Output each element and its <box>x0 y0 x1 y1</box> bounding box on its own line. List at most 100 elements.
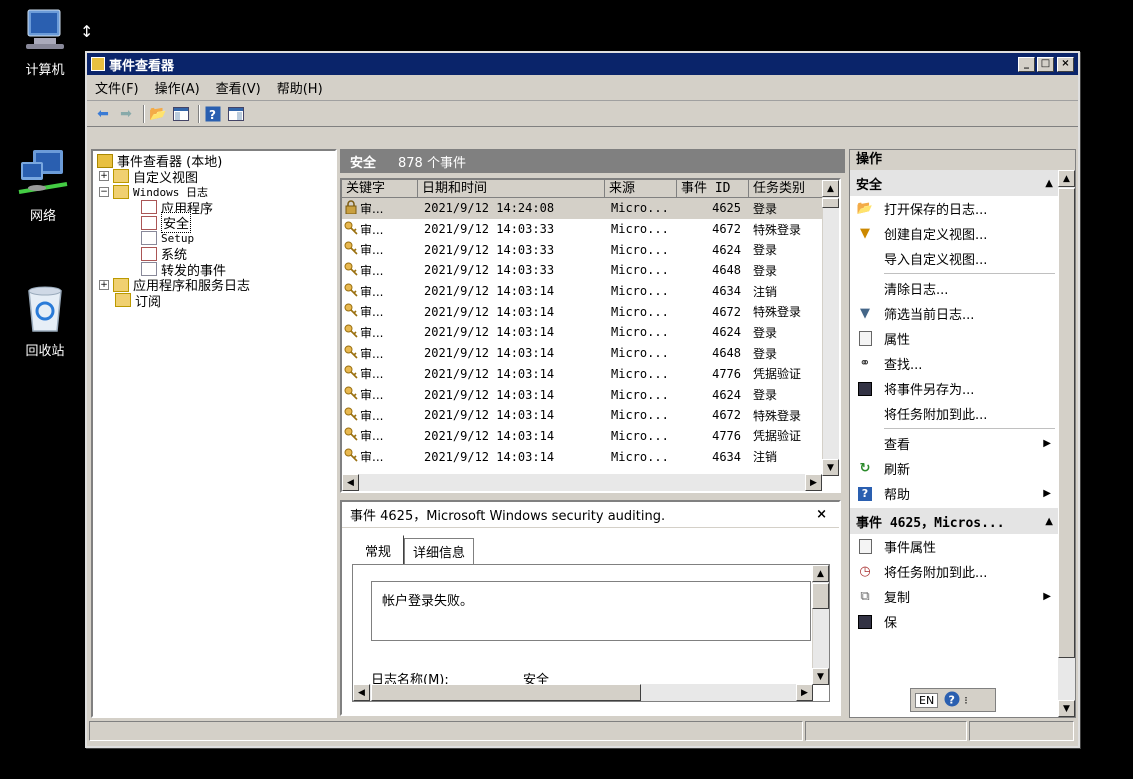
table-row[interactable]: 审... 2021/9/12 14:03:14 Micro... 4672 特殊登录 <box>342 301 839 322</box>
maximize-button[interactable]: □ <box>1037 56 1054 72</box>
scroll-up-button[interactable]: ▲ <box>822 180 839 197</box>
column-task-category[interactable]: 任务类别 <box>749 180 823 197</box>
back-icon[interactable]: ⬅ <box>93 104 113 124</box>
language-indicator[interactable]: EN <box>915 692 939 708</box>
scroll-right-button[interactable]: ▶ <box>805 474 822 491</box>
tree-item-app-services[interactable]: + 应用程序和服务日志 <box>97 277 331 294</box>
show-hide-console-tree-icon[interactable] <box>171 104 191 124</box>
action-item[interactable]: 将事件另存为... <box>850 376 1075 401</box>
scroll-up-button[interactable]: ▲ <box>1058 170 1075 187</box>
scroll-left-button[interactable]: ◀ <box>353 684 370 701</box>
tree-label: 订阅 <box>135 294 162 310</box>
expand-icon[interactable]: + <box>99 171 109 182</box>
menu-help[interactable]: 帮助(H) <box>277 78 323 97</box>
table-row[interactable]: 审... 2021/9/12 14:03:14 Micro... 4634 注销 <box>342 446 839 467</box>
action-label: 筛选当前日志... <box>884 308 975 323</box>
table-row[interactable]: 审... 2021/9/12 14:03:14 Micro... 4672 特殊登录 <box>342 405 839 426</box>
filter-icon: ▼ <box>860 306 870 321</box>
detail-horizontal-scrollbar[interactable]: ◀ ▶ <box>353 684 813 701</box>
tab-details[interactable]: 详细信息 <box>404 538 475 566</box>
column-datetime[interactable]: 日期和时间 <box>418 180 605 197</box>
collapse-icon[interactable]: − <box>99 186 109 197</box>
action-label: 打开保存的日志... <box>884 203 988 218</box>
action-item[interactable]: 导入自定义视图... <box>850 246 1075 271</box>
cell-source: Micro... <box>611 304 669 319</box>
log-header: 安全 878 个事件 <box>340 149 845 173</box>
scroll-right-button[interactable]: ▶ <box>796 684 813 701</box>
scroll-up-button[interactable]: ▲ <box>812 565 829 582</box>
action-item[interactable]: 保 <box>850 609 1075 634</box>
action-item[interactable]: ▼ 筛选当前日志... <box>850 301 1075 326</box>
up-icon[interactable]: 📂 <box>148 104 168 124</box>
table-row[interactable]: 审... 2021/9/12 14:03:14 Micro... 4624 登录 <box>342 322 839 343</box>
action-item[interactable]: 查看 ▶ <box>850 431 1075 456</box>
tree-item-custom-views[interactable]: + 自定义视图 <box>97 169 331 186</box>
column-event-id[interactable]: 事件 ID <box>677 180 749 197</box>
help-icon[interactable]: ? <box>944 691 960 710</box>
actions-section-security[interactable]: 安全 ▲ <box>850 170 1075 196</box>
help-icon[interactable]: ? <box>203 104 223 124</box>
collapse-icon[interactable]: ▲ <box>1045 516 1053 527</box>
action-item[interactable]: 属性 <box>850 326 1075 351</box>
expand-icon[interactable]: + <box>99 279 109 290</box>
table-row[interactable]: 审... 2021/9/12 14:24:08 Micro... 4625 登录 <box>342 198 839 219</box>
scroll-thumb[interactable] <box>1058 188 1075 658</box>
actions-section-event[interactable]: 事件 4625，Micros... ▲ <box>850 508 1075 534</box>
action-label: 将事件另存为... <box>884 383 975 398</box>
folder-icon <box>113 277 129 292</box>
action-item[interactable]: 📂 打开保存的日志... <box>850 196 1075 221</box>
actions-vertical-scrollbar[interactable]: ▲ ▼ <box>1058 170 1075 717</box>
minimize-button[interactable]: _ <box>1018 56 1035 72</box>
list-vertical-scrollbar[interactable]: ▲ ▼ <box>822 180 839 476</box>
table-row[interactable]: 审... 2021/9/12 14:03:14 Micro... 4776 凭据验证 <box>342 426 839 447</box>
tree-item-application[interactable]: 应用程序 <box>97 200 331 217</box>
table-row[interactable]: 审... 2021/9/12 14:03:33 Micro... 4648 登录 <box>342 260 839 281</box>
options-icon[interactable]: ⁝ <box>964 694 968 707</box>
tree-item-subscriptions[interactable]: 订阅 <box>97 293 331 310</box>
action-item[interactable]: 将任务附加到此... <box>850 401 1075 426</box>
forward-icon[interactable]: ➡ <box>116 104 136 124</box>
tree-item-setup[interactable]: Setup <box>97 231 331 247</box>
scroll-down-button[interactable]: ▼ <box>822 459 839 476</box>
scroll-thumb[interactable] <box>812 583 829 609</box>
column-keyword[interactable]: 关键字 <box>342 180 418 197</box>
table-row[interactable]: 审... 2021/9/12 14:03:14 Micro... 4648 登录 <box>342 343 839 364</box>
menu-file[interactable]: 文件(F) <box>95 78 139 97</box>
table-row[interactable]: 审... 2021/9/12 14:03:14 Micro... 4776 凭据验证 <box>342 364 839 385</box>
action-item[interactable]: ⧉ 复制 ▶ <box>850 584 1075 609</box>
scroll-down-button[interactable]: ▼ <box>1058 700 1075 717</box>
close-icon[interactable]: × <box>816 507 827 522</box>
detail-vertical-scrollbar[interactable]: ▲ ▼ <box>812 565 829 685</box>
desktop-icon-recycle-bin[interactable]: 回收站 <box>10 283 80 359</box>
cell-event-id: 4624 <box>712 325 741 340</box>
list-horizontal-scrollbar[interactable]: ◀ ▶ <box>342 474 822 491</box>
collapse-icon[interactable]: ▲ <box>1045 178 1053 189</box>
action-item[interactable]: ⚭ 查找... <box>850 351 1075 376</box>
table-row[interactable]: 审... 2021/9/12 14:03:33 Micro... 4624 登录 <box>342 239 839 260</box>
show-hide-action-pane-icon[interactable] <box>226 104 246 124</box>
close-button[interactable]: × <box>1057 56 1074 72</box>
desktop-icon-network[interactable]: 网络 <box>8 148 78 224</box>
tree-item-windows-logs[interactable]: − Windows 日志 <box>97 184 331 200</box>
table-row[interactable]: 审... 2021/9/12 14:03:14 Micro... 4624 登录 <box>342 384 839 405</box>
action-item[interactable]: ▼ 创建自定义视图... <box>850 221 1075 246</box>
language-bar[interactable]: EN ? ⁝ <box>910 688 996 712</box>
action-item[interactable]: ? 帮助 ▶ <box>850 481 1075 506</box>
action-item[interactable]: 清除日志... <box>850 276 1075 301</box>
scroll-left-button[interactable]: ◀ <box>342 474 359 491</box>
tree-item-security[interactable]: 安全 <box>97 212 331 234</box>
tab-general[interactable]: 常规 <box>352 535 405 566</box>
column-source[interactable]: 来源 <box>605 180 677 197</box>
table-row[interactable]: 审... 2021/9/12 14:03:14 Micro... 4634 注销 <box>342 281 839 302</box>
menu-view[interactable]: 查看(V) <box>216 78 261 97</box>
action-item[interactable]: ◷ 将任务附加到此... <box>850 559 1075 584</box>
scroll-thumb[interactable] <box>371 684 641 701</box>
scroll-down-button[interactable]: ▼ <box>812 668 829 685</box>
desktop-icon-computer[interactable]: 计算机 <box>10 8 80 78</box>
action-item[interactable]: 事件属性 <box>850 534 1075 559</box>
title-bar[interactable]: 事件查看器 _ □ × <box>87 53 1078 75</box>
menu-action[interactable]: 操作(A) <box>155 78 200 97</box>
scroll-thumb[interactable] <box>822 198 839 208</box>
table-row[interactable]: 审... 2021/9/12 14:03:33 Micro... 4672 特殊登录 <box>342 219 839 240</box>
action-item[interactable]: ↻ 刷新 <box>850 456 1075 481</box>
